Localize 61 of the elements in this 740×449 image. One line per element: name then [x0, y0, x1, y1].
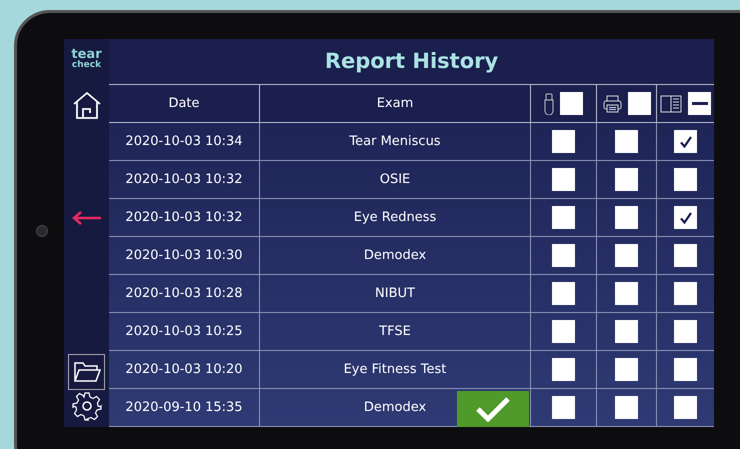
- page-title: Report History: [324, 48, 498, 75]
- checkbox[interactable]: [552, 206, 575, 229]
- folder-button[interactable]: [68, 354, 105, 390]
- checkbox[interactable]: [674, 206, 697, 229]
- checkbox[interactable]: [674, 168, 697, 191]
- exam-cell-text: Eye Redness: [354, 208, 436, 227]
- checkbox[interactable]: [552, 168, 575, 191]
- printer-icon: [602, 94, 622, 113]
- checkbox[interactable]: [615, 282, 638, 305]
- settings-icon[interactable]: [72, 391, 102, 421]
- checkbox[interactable]: [674, 244, 697, 267]
- checkbox[interactable]: [615, 320, 638, 343]
- exam-cell-text: OSIE: [380, 170, 410, 189]
- folder-icon: [72, 361, 100, 383]
- usb-stick-icon: [544, 92, 554, 115]
- checkbox[interactable]: [628, 92, 650, 116]
- logo-text: check: [72, 61, 102, 70]
- checkbox[interactable]: [674, 130, 697, 153]
- checkbox[interactable]: [615, 168, 638, 191]
- column-header: Date: [168, 94, 200, 113]
- logo-text: tear: [71, 48, 102, 61]
- date-cell-text: 2020-10-03 10:34: [125, 132, 243, 151]
- exam-cell-text: Demodex: [364, 246, 426, 265]
- date-cell-text: 2020-10-03 10:25: [125, 322, 243, 341]
- checkbox[interactable]: [615, 396, 638, 419]
- checkbox[interactable]: [552, 282, 575, 305]
- checkmark-icon: [475, 396, 511, 422]
- checkmark-icon: [678, 210, 692, 224]
- checkmark-icon: [678, 134, 692, 148]
- date-cell-text: 2020-09-10 15:35: [125, 398, 243, 417]
- checkbox[interactable]: [552, 358, 575, 381]
- date-cell-text: 2020-10-03 10:28: [125, 284, 243, 303]
- checkbox[interactable]: [615, 130, 638, 153]
- checkbox[interactable]: [552, 244, 575, 267]
- back-arrow-icon[interactable]: [72, 211, 102, 225]
- checkbox[interactable]: [560, 92, 583, 116]
- checkbox[interactable]: [615, 244, 638, 267]
- exam-cell-text: Demodex: [364, 398, 426, 417]
- checkbox[interactable]: [674, 396, 697, 419]
- date-cell-text: 2020-10-03 10:20: [125, 360, 243, 379]
- checkbox[interactable]: [615, 206, 638, 229]
- home-icon[interactable]: [72, 91, 102, 119]
- checkbox[interactable]: [674, 282, 697, 305]
- checkbox[interactable]: [552, 396, 575, 419]
- checkbox[interactable]: [688, 92, 711, 116]
- checkbox[interactable]: [552, 130, 575, 153]
- exam-cell-text: Eye Fitness Test: [344, 360, 446, 379]
- column-header: Exam: [376, 94, 414, 113]
- checkbox[interactable]: [674, 358, 697, 381]
- date-cell-text: 2020-10-03 10:32: [125, 208, 243, 227]
- date-cell-text: 2020-10-03 10:32: [125, 170, 243, 189]
- checkbox[interactable]: [674, 320, 697, 343]
- confirm-button[interactable]: [457, 391, 529, 427]
- checkbox[interactable]: [552, 320, 575, 343]
- exam-cell-text: TFSE: [379, 322, 411, 341]
- exam-cell-text: NIBUT: [375, 284, 415, 303]
- date-cell-text: 2020-10-03 10:30: [125, 246, 243, 265]
- exam-cell-text: Tear Meniscus: [349, 132, 441, 151]
- checkbox[interactable]: [615, 358, 638, 381]
- document-icon: [660, 94, 682, 113]
- dash-icon: [692, 102, 708, 106]
